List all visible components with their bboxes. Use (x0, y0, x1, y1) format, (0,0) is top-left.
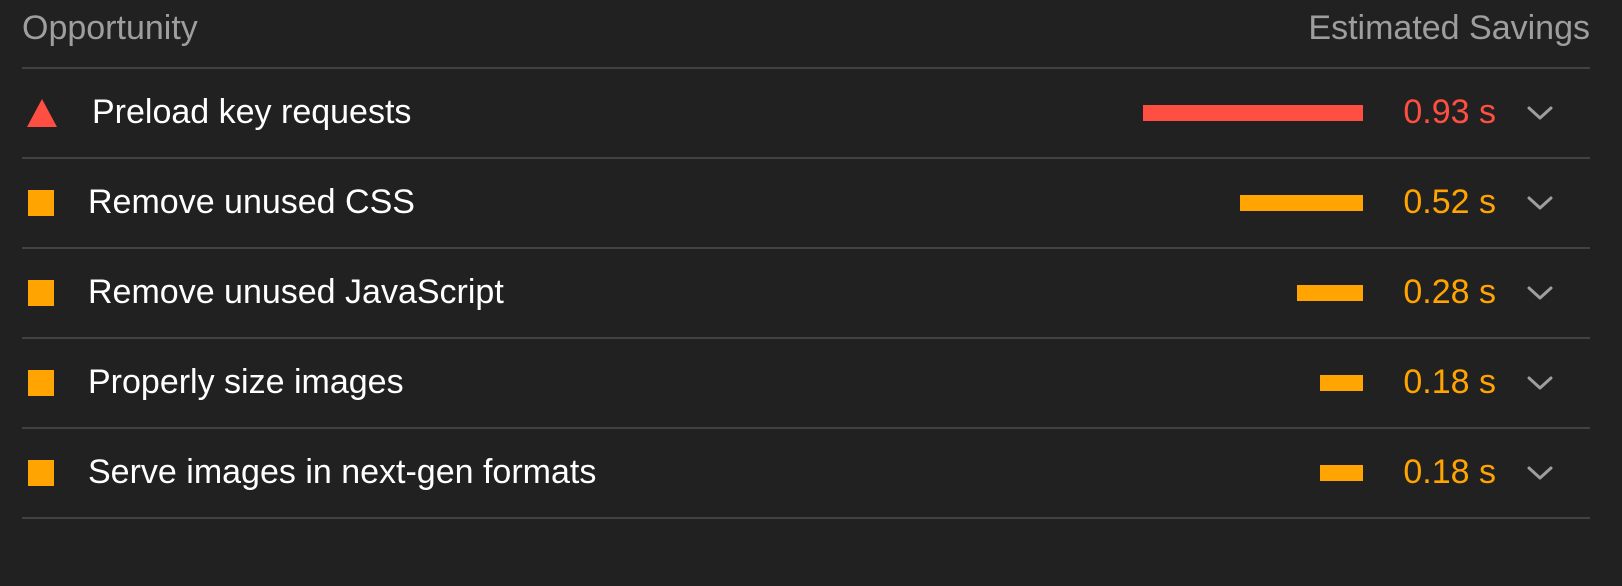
chevron-down-icon[interactable] (1526, 369, 1554, 397)
opportunity-title: Remove unused JavaScript (88, 273, 504, 311)
opportunity-row[interactable]: Remove unused JavaScript 0.28 s (22, 249, 1590, 339)
opportunity-row[interactable]: Preload key requests 0.93 s (22, 69, 1590, 159)
opportunity-row[interactable]: Remove unused CSS 0.52 s (22, 159, 1590, 249)
savings-value: 0.28 s (1403, 273, 1496, 311)
average-square-icon (28, 190, 54, 216)
savings-value: 0.52 s (1403, 183, 1496, 221)
savings-bar-track (943, 465, 1363, 481)
opportunities-panel: Opportunity Estimated Savings Preload ke… (22, 0, 1590, 519)
opportunity-column-header: Opportunity (22, 9, 198, 47)
chevron-down-icon[interactable] (1526, 189, 1554, 217)
savings-value: 0.18 s (1403, 453, 1496, 491)
average-square-icon (28, 280, 54, 306)
savings-bar-track (943, 195, 1363, 211)
savings-bar (1240, 195, 1363, 211)
savings-bar (1143, 105, 1363, 121)
chevron-down-icon[interactable] (1526, 99, 1554, 127)
savings-bar-track (943, 105, 1363, 121)
savings-value: 0.18 s (1403, 363, 1496, 401)
savings-bar (1297, 285, 1363, 301)
opportunity-row[interactable]: Properly size images 0.18 s (22, 339, 1590, 429)
opportunity-title: Serve images in next-gen formats (88, 453, 597, 491)
fail-triangle-icon (27, 99, 57, 127)
chevron-down-icon[interactable] (1526, 459, 1554, 487)
savings-bar-track (943, 375, 1363, 391)
savings-bar (1320, 375, 1363, 391)
opportunity-title: Remove unused CSS (88, 183, 415, 221)
average-square-icon (28, 460, 54, 486)
savings-bar (1320, 465, 1363, 481)
opportunity-title: Preload key requests (92, 93, 412, 131)
average-square-icon (28, 370, 54, 396)
chevron-down-icon[interactable] (1526, 279, 1554, 307)
estimated-savings-column-header: Estimated Savings (1308, 9, 1590, 47)
opportunities-header: Opportunity Estimated Savings (22, 0, 1590, 69)
opportunity-row[interactable]: Serve images in next-gen formats 0.18 s (22, 429, 1590, 519)
savings-value: 0.93 s (1403, 93, 1496, 131)
opportunity-title: Properly size images (88, 363, 404, 401)
savings-bar-track (943, 285, 1363, 301)
